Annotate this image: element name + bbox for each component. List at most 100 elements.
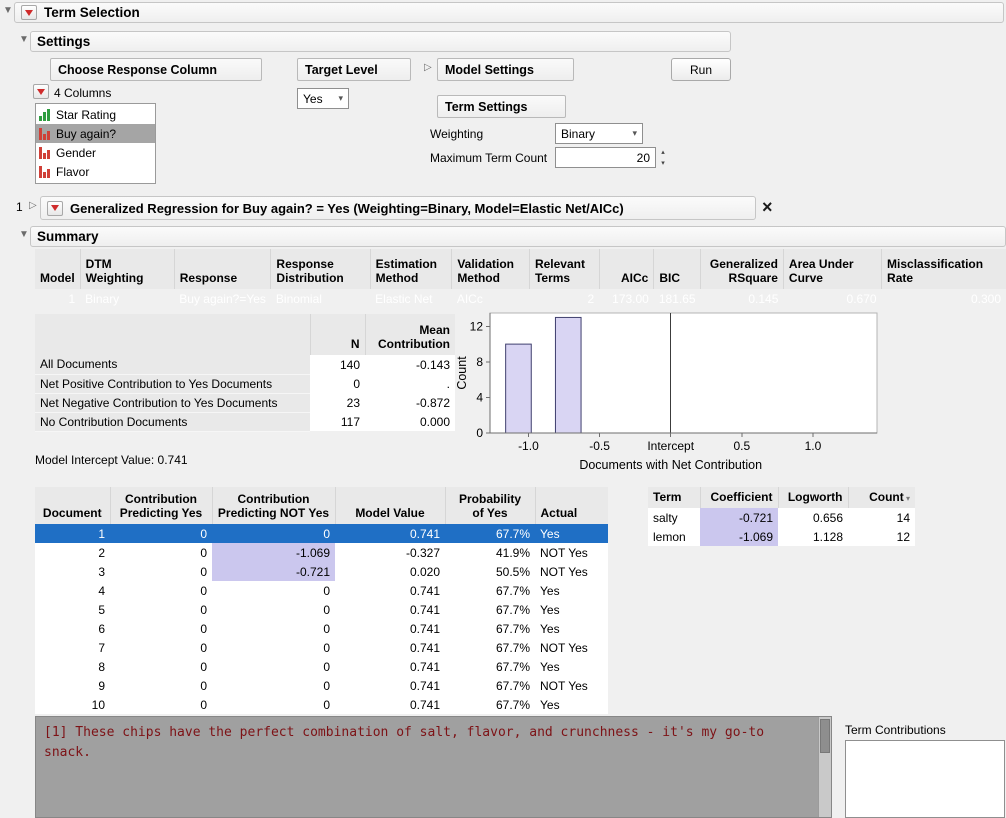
document-cell[interactable]: 1 [35,524,110,543]
document-cell[interactable]: 2 [35,543,110,562]
document-cell[interactable]: 7 [35,638,110,657]
document-cell[interactable]: -0.721 [212,562,335,581]
document-cell[interactable]: 0 [110,524,212,543]
contribution-row[interactable]: Net Positive Contribution to Yes Documen… [35,374,455,393]
document-row[interactable]: 7000.74167.7%NOT Yes [35,638,608,657]
scrollbar-thumb[interactable] [820,719,830,753]
settings-disclosure-triangle[interactable]: ▼ [19,35,29,45]
term-column-header[interactable]: Coefficient [700,487,778,508]
document-cell[interactable]: 0 [212,600,335,619]
document-cell[interactable]: Yes [535,581,608,600]
document-cell[interactable]: 50.5% [445,562,535,581]
term-column-header[interactable]: Term [648,487,700,508]
term-cell[interactable]: 12 [848,527,915,546]
term-cell[interactable]: 0.656 [778,508,848,527]
document-text-area[interactable]: [1] These chips have the perfect combina… [35,716,832,818]
document-cell[interactable]: 10 [35,695,110,714]
document-row[interactable]: 20-1.069-0.32741.9%NOT Yes [35,543,608,562]
document-cell[interactable]: 0 [110,695,212,714]
document-cell[interactable]: 0 [110,543,212,562]
spinner-up-button[interactable]: ▴ [657,147,669,158]
column-list-item-flavor[interactable]: Flavor [36,162,155,181]
column-list-item-star-rating[interactable]: Star Rating [36,105,155,124]
document-cell[interactable]: Yes [535,695,608,714]
document-row[interactable]: 9000.74167.7%NOT Yes [35,676,608,695]
document-cell[interactable]: 67.7% [445,657,535,676]
document-cell[interactable]: 0 [110,581,212,600]
document-cell[interactable]: 8 [35,657,110,676]
document-cell[interactable]: 67.7% [445,581,535,600]
document-cell[interactable]: 67.7% [445,638,535,657]
document-cell[interactable]: 0.741 [335,600,445,619]
weighting-select[interactable]: Binary ▾ [555,123,643,144]
document-row[interactable]: 8000.74167.7%Yes [35,657,608,676]
document-cell[interactable]: 0 [212,657,335,676]
document-cell[interactable]: 0.741 [335,638,445,657]
document-cell[interactable]: 0 [212,524,335,543]
spinner-down-button[interactable]: ▾ [657,158,669,169]
contribution-row[interactable]: Net Negative Contribution to Yes Documen… [35,393,455,412]
document-cell[interactable]: 0 [110,676,212,695]
document-cell[interactable]: Yes [535,600,608,619]
document-cell[interactable]: 0.741 [335,676,445,695]
document-cell[interactable]: 0.741 [335,695,445,714]
document-cell[interactable]: 0.741 [335,657,445,676]
contribution-cell[interactable]: No Contribution Documents [35,412,310,431]
column-list-item-gender[interactable]: Gender [36,143,155,162]
document-row[interactable]: 1000.74167.7%Yes [35,524,608,543]
document-row[interactable]: 10000.74167.7%Yes [35,695,608,714]
document-cell[interactable]: 0 [110,638,212,657]
contribution-cell[interactable]: . [365,374,455,393]
contribution-cell[interactable]: 0.000 [365,412,455,431]
summary-cell[interactable]: Buy again?=Yes [174,289,271,308]
term-selection-menu-button[interactable] [21,5,37,20]
document-cell[interactable]: -0.327 [335,543,445,562]
document-cell[interactable]: NOT Yes [535,638,608,657]
summary-cell[interactable]: 1 [35,289,80,308]
document-cell[interactable]: 0 [110,562,212,581]
summary-cell[interactable]: Binary [80,289,174,308]
contribution-cell[interactable]: Net Negative Contribution to Yes Documen… [35,393,310,412]
term-cell[interactable]: 14 [848,508,915,527]
document-cell[interactable]: 5 [35,600,110,619]
term-selection-disclosure-triangle[interactable]: ▼ [3,6,13,16]
contribution-row[interactable]: No Contribution Documents1170.000 [35,412,455,431]
document-cell[interactable]: 4 [35,581,110,600]
histogram-bar[interactable] [555,317,581,433]
summary-cell[interactable]: Elastic Net [370,289,452,308]
document-cell[interactable]: 67.7% [445,676,535,695]
term-cell[interactable]: -1.069 [700,527,778,546]
term-cell[interactable]: -0.721 [700,508,778,527]
document-row[interactable]: 6000.74167.7%Yes [35,619,608,638]
target-level-select[interactable]: Yes ▾ [297,88,349,109]
document-cell[interactable]: 67.7% [445,695,535,714]
histogram-bar[interactable] [506,344,532,433]
document-cell[interactable]: 9 [35,676,110,695]
document-cell[interactable]: Yes [535,657,608,676]
term-cell[interactable]: lemon [648,527,700,546]
document-cell[interactable]: -1.069 [212,543,335,562]
document-cell[interactable]: 0.020 [335,562,445,581]
contribution-cell[interactable]: -0.872 [365,393,455,412]
document-cell[interactable]: Yes [535,619,608,638]
document-row[interactable]: 30-0.7210.02050.5%NOT Yes [35,562,608,581]
document-cell[interactable]: NOT Yes [535,562,608,581]
contribution-cell[interactable]: 23 [310,393,365,412]
close-button[interactable]: × [762,198,773,216]
document-cell[interactable]: 0 [212,695,335,714]
document-cell[interactable]: NOT Yes [535,676,608,695]
contribution-cell[interactable]: -0.143 [365,355,455,374]
term-column-header[interactable]: Count ▾ [848,487,915,508]
document-cell[interactable]: 41.9% [445,543,535,562]
document-cell[interactable]: 3 [35,562,110,581]
contribution-cell[interactable]: All Documents [35,355,310,374]
document-cell[interactable]: 0 [212,676,335,695]
contribution-cell[interactable]: 0 [310,374,365,393]
document-cell[interactable]: 0 [212,619,335,638]
term-row[interactable]: salty-0.7210.65614 [648,508,915,527]
contribution-cell[interactable]: 117 [310,412,365,431]
term-cell[interactable]: 1.128 [778,527,848,546]
model-settings-disclosure-triangle[interactable]: ▷ [424,63,432,73]
document-cell[interactable]: 6 [35,619,110,638]
document-cell[interactable]: 67.7% [445,524,535,543]
